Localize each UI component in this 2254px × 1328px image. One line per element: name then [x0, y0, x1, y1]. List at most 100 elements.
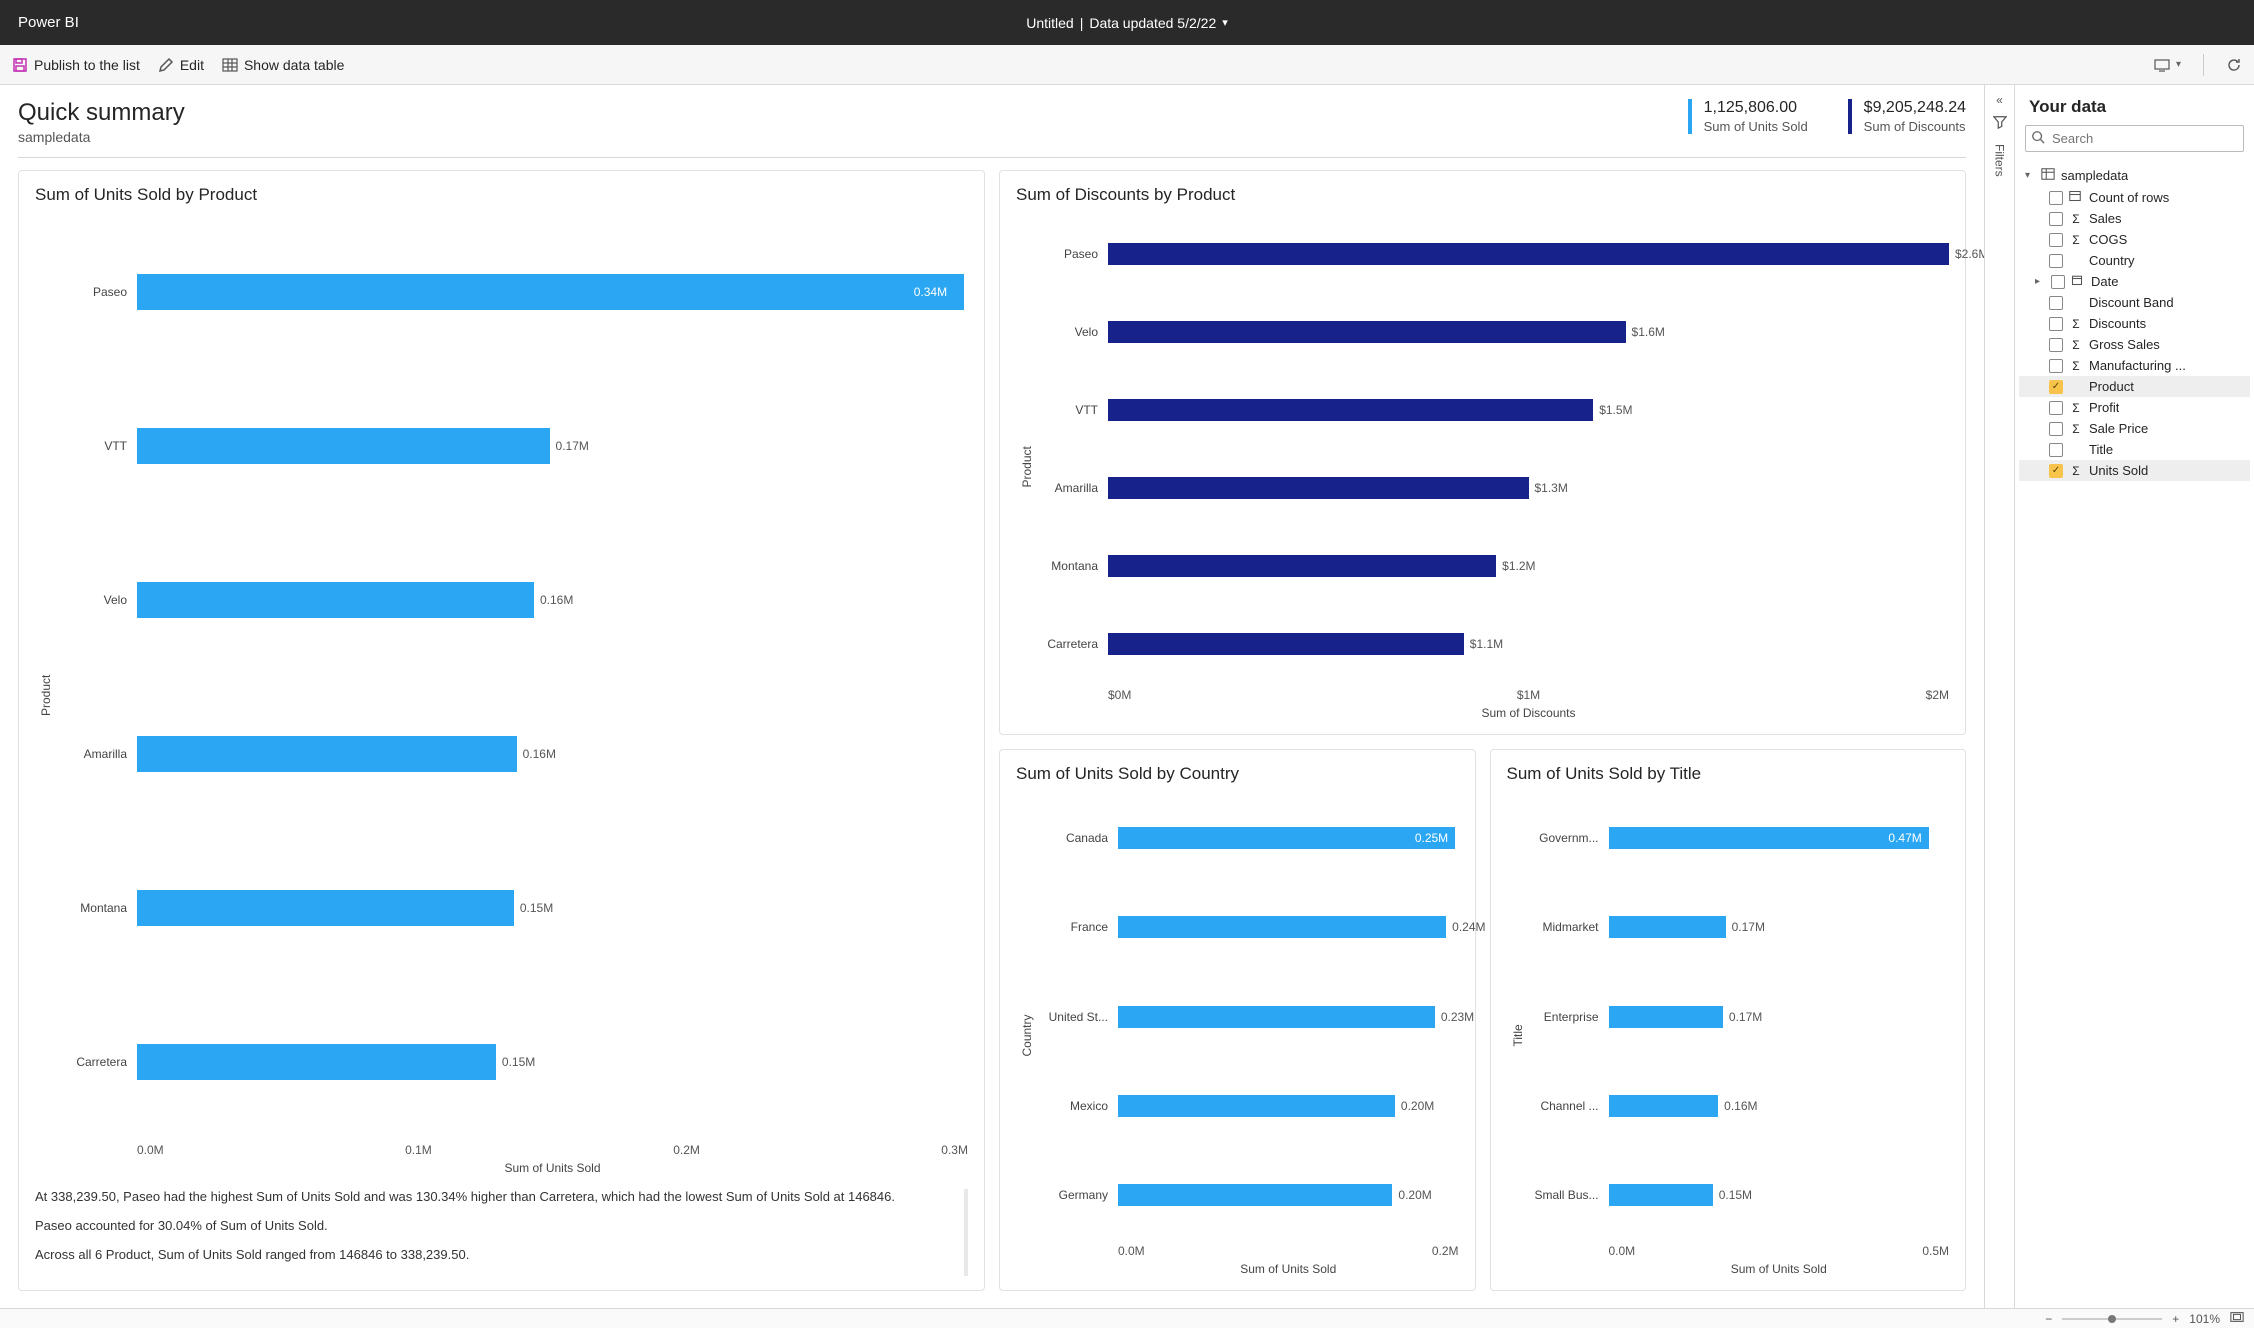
- field-item[interactable]: ΣGross Sales: [2019, 334, 2250, 355]
- bar-row[interactable]: United St...0.23M: [1038, 1006, 1459, 1028]
- zoom-out-button[interactable]: −: [2045, 1312, 2052, 1326]
- bar-row[interactable]: Montana0.15M: [57, 890, 968, 926]
- field-search[interactable]: [2025, 125, 2244, 152]
- bar-row[interactable]: Midmarket0.17M: [1529, 916, 1950, 938]
- bar[interactable]: [1609, 1184, 1713, 1206]
- bar-row[interactable]: Small Bus...0.15M: [1529, 1184, 1950, 1206]
- bar[interactable]: [1118, 1184, 1392, 1206]
- field-item[interactable]: ✓ΣUnits Sold: [2019, 460, 2250, 481]
- checkbox[interactable]: [2049, 401, 2063, 415]
- bar[interactable]: [1118, 827, 1455, 849]
- bar[interactable]: [1609, 916, 1726, 938]
- checkbox[interactable]: [2049, 338, 2063, 352]
- field-item[interactable]: ΣSales: [2019, 208, 2250, 229]
- field-item[interactable]: ΣSale Price: [2019, 418, 2250, 439]
- field-item[interactable]: Discount Band: [2019, 292, 2250, 313]
- checkbox[interactable]: [2051, 275, 2065, 289]
- field-item[interactable]: ΣProfit: [2019, 397, 2250, 418]
- search-input[interactable]: [2025, 125, 2244, 152]
- chevron-right-icon[interactable]: ▸: [2035, 276, 2045, 287]
- bar[interactable]: [1108, 321, 1626, 343]
- field-item[interactable]: ▸Date: [2019, 271, 2250, 292]
- bar-row[interactable]: Amarilla0.16M: [57, 736, 968, 772]
- checkbox[interactable]: [2049, 443, 2063, 457]
- table-node[interactable]: ▾sampledata: [2019, 164, 2250, 187]
- doc-title-group[interactable]: Untitled | Data updated 5/2/22 ▾: [1026, 15, 1228, 31]
- field-item[interactable]: ΣCOGS: [2019, 229, 2250, 250]
- refresh-button[interactable]: [2226, 57, 2242, 73]
- chart-card-units-by-title[interactable]: Sum of Units Sold by Title Title Governm…: [1490, 749, 1967, 1292]
- view-mode-dropdown[interactable]: ▾: [2154, 57, 2181, 73]
- bar-row[interactable]: Montana$1.2M: [1038, 555, 1949, 577]
- bar-row[interactable]: Velo0.16M: [57, 582, 968, 618]
- checkbox[interactable]: [2049, 233, 2063, 247]
- bar-row[interactable]: Paseo0.34M: [57, 274, 968, 310]
- x-tick: $1M: [1517, 688, 1540, 702]
- chart-card-units-by-country[interactable]: Sum of Units Sold by Country Country Can…: [999, 749, 1476, 1292]
- checkbox[interactable]: [2049, 212, 2063, 226]
- bar[interactable]: [1609, 1095, 1719, 1117]
- zoom-slider[interactable]: [2062, 1318, 2162, 1320]
- bar[interactable]: [1108, 555, 1496, 577]
- bar[interactable]: [1609, 1006, 1723, 1028]
- checkbox[interactable]: [2049, 254, 2063, 268]
- checkbox[interactable]: [2049, 296, 2063, 310]
- field-item[interactable]: ΣDiscounts: [2019, 313, 2250, 334]
- bar[interactable]: [1108, 477, 1529, 499]
- chart-card-discounts-by-product[interactable]: Sum of Discounts by Product Product Pase…: [999, 170, 1966, 735]
- bar[interactable]: [1108, 633, 1464, 655]
- bar-row[interactable]: Germany0.20M: [1038, 1184, 1459, 1206]
- filters-rail[interactable]: « Filters: [1984, 85, 2014, 1308]
- fit-to-page-button[interactable]: [2230, 1310, 2244, 1327]
- data-label: 0.47M: [1888, 831, 1921, 845]
- kpi-value: 1,125,806.00: [1704, 99, 1808, 117]
- bar-row[interactable]: Paseo$2.6M: [1038, 243, 1949, 265]
- bar-row[interactable]: Canada0.25M: [1038, 827, 1459, 849]
- bar[interactable]: [1118, 916, 1446, 938]
- checkbox[interactable]: ✓: [2049, 380, 2063, 394]
- bar-row[interactable]: VTT0.17M: [57, 428, 968, 464]
- bar-row[interactable]: Governm...0.47M: [1529, 827, 1950, 849]
- bar-row[interactable]: Carretera$1.1M: [1038, 633, 1949, 655]
- bar[interactable]: [1108, 399, 1593, 421]
- bar[interactable]: [137, 428, 550, 464]
- bar[interactable]: [137, 736, 517, 772]
- bar[interactable]: [137, 890, 514, 926]
- bar-row[interactable]: Amarilla$1.3M: [1038, 477, 1949, 499]
- zoom-in-button[interactable]: +: [2172, 1312, 2179, 1326]
- chevron-down-icon[interactable]: ▾: [1222, 16, 1228, 29]
- show-data-table-button[interactable]: Show data table: [222, 57, 344, 73]
- checkbox[interactable]: [2049, 359, 2063, 373]
- bar-row[interactable]: Mexico0.20M: [1038, 1095, 1459, 1117]
- bar-row[interactable]: Enterprise0.17M: [1529, 1006, 1950, 1028]
- checkbox[interactable]: ✓: [2049, 464, 2063, 478]
- kpi-discounts[interactable]: $9,205,248.24 Sum of Discounts: [1848, 99, 1966, 134]
- publish-button[interactable]: Publish to the list: [12, 57, 140, 73]
- field-item[interactable]: ΣManufacturing ...: [2019, 355, 2250, 376]
- collapse-icon[interactable]: «: [1996, 93, 2003, 107]
- bar-row[interactable]: VTT$1.5M: [1038, 399, 1949, 421]
- edit-button[interactable]: Edit: [158, 57, 204, 73]
- field-item[interactable]: ✓Product: [2019, 376, 2250, 397]
- bar-row[interactable]: France0.24M: [1038, 916, 1459, 938]
- bar[interactable]: [1108, 243, 1949, 265]
- bar[interactable]: [1118, 1006, 1435, 1028]
- bar[interactable]: [1118, 1095, 1395, 1117]
- field-item[interactable]: Count of rows: [2019, 187, 2250, 208]
- bar-row[interactable]: Channel ...0.16M: [1529, 1095, 1950, 1117]
- checkbox[interactable]: [2049, 317, 2063, 331]
- bar[interactable]: [137, 1044, 496, 1080]
- kpi-units-sold[interactable]: 1,125,806.00 Sum of Units Sold: [1688, 99, 1808, 134]
- filter-icon[interactable]: [1993, 115, 2007, 132]
- checkbox[interactable]: [2049, 191, 2063, 205]
- field-item[interactable]: Title: [2019, 439, 2250, 460]
- chevron-down-icon[interactable]: ▾: [2025, 170, 2035, 181]
- bar-row[interactable]: Velo$1.6M: [1038, 321, 1949, 343]
- bar[interactable]: [137, 274, 964, 310]
- bar-row[interactable]: Carretera0.15M: [57, 1044, 968, 1080]
- chart-card-units-by-product[interactable]: Sum of Units Sold by Product Product Pas…: [18, 170, 985, 1291]
- bar[interactable]: [1609, 827, 1929, 849]
- field-item[interactable]: Country: [2019, 250, 2250, 271]
- checkbox[interactable]: [2049, 422, 2063, 436]
- bar[interactable]: [137, 582, 534, 618]
